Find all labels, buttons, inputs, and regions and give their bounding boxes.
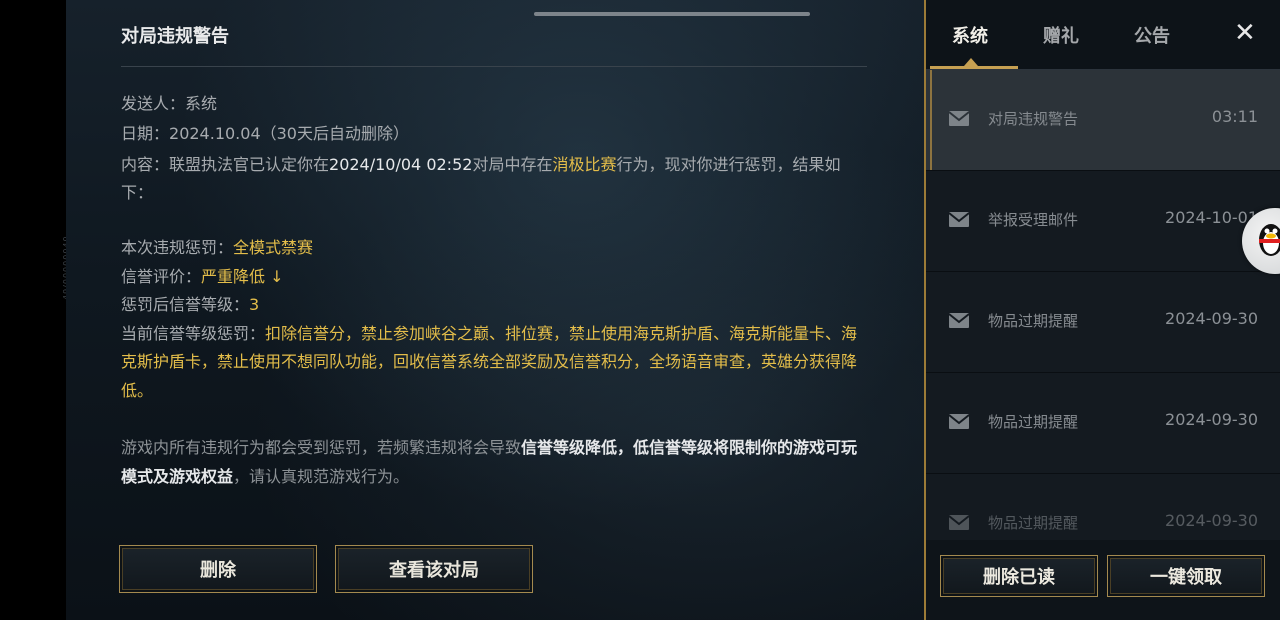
mail-item[interactable]: 对局违规警告 03:11 bbox=[926, 70, 1280, 171]
title-divider bbox=[121, 66, 867, 67]
penalty-line: 本次违规惩罚：全模式禁赛 bbox=[121, 234, 861, 263]
left-edge-strip bbox=[0, 0, 66, 620]
tab-gifts[interactable]: 赠礼 bbox=[1043, 22, 1079, 48]
mail-title: 对局违规警告 bbox=[121, 26, 229, 47]
content-paragraph: 内容：联盟执法官已认定你在2024/10/04 02:52对局中存在消极比赛行为… bbox=[121, 151, 861, 207]
mail-item-title: 物品过期提醒 bbox=[988, 514, 1079, 532]
notice-paragraph: 游戏内所有违规行为都会受到惩罚，若频繁违规将会导致信誉等级降低，低信誉等级将限制… bbox=[121, 433, 866, 491]
content-time: 2024/10/04 02:52 bbox=[329, 155, 473, 174]
mail-item-title: 物品过期提醒 bbox=[988, 312, 1079, 330]
mail-item-date: 03:11 bbox=[1211, 107, 1258, 126]
content-prefix: 内容：联盟执法官已认定你在 bbox=[121, 155, 330, 174]
level-value: 3 bbox=[249, 295, 260, 314]
sender-label: 发送人： bbox=[121, 94, 186, 113]
delete-button[interactable]: 删除 bbox=[119, 545, 317, 593]
mail-item-date: 2024-09-30 bbox=[1165, 511, 1258, 530]
date-value: 2024.10.04（30天后自动删除） bbox=[169, 124, 409, 143]
content-violation: 消极比赛 bbox=[552, 155, 617, 174]
drag-handle[interactable] bbox=[534, 12, 810, 16]
mail-item-date: 2024-09-30 bbox=[1165, 309, 1258, 328]
tab-announcements[interactable]: 公告 bbox=[1134, 22, 1170, 48]
credit-label: 信誉评价： bbox=[121, 266, 202, 286]
mail-item-date: 2024-10-01 bbox=[1165, 208, 1258, 227]
mail-item-title: 举报受理邮件 bbox=[988, 211, 1079, 229]
sender-value: 系统 bbox=[185, 94, 218, 113]
mail-item-title: 对局违规警告 bbox=[988, 110, 1079, 128]
penalty-value: 全模式禁赛 bbox=[233, 238, 314, 257]
notice-prefix: 游戏内所有违规行为都会受到惩罚，若频繁违规将会导致 bbox=[121, 438, 522, 457]
penalty-section: 本次违规惩罚：全模式禁赛 信誉评价：严重降低 ↓ 惩罚后信誉等级：3 当前信誉等… bbox=[121, 234, 861, 405]
current-penalty-line: 当前信誉等级惩罚：扣除信誉分，禁止参加峡谷之巅、排位赛，禁止使用海克斯护盾、海克… bbox=[121, 320, 861, 406]
notice-suffix: ，请认真规范游戏行为。 bbox=[233, 467, 410, 486]
envelope-icon bbox=[948, 212, 970, 227]
selected-marker bbox=[930, 70, 932, 170]
active-tab-caret-icon bbox=[964, 58, 978, 66]
mail-item-date: 2024-09-30 bbox=[1165, 410, 1258, 429]
credit-line: 信誉评价：严重降低 ↓ bbox=[121, 263, 861, 292]
mail-item[interactable]: 物品过期提醒 2024-09-30 bbox=[926, 272, 1280, 373]
close-icon[interactable]: ✕ bbox=[1234, 18, 1256, 48]
credit-value: 严重降低 ↓ bbox=[201, 266, 284, 286]
claim-all-button[interactable]: 一键领取 bbox=[1107, 555, 1265, 597]
tab-bar: 系统 赠礼 公告 ✕ bbox=[926, 0, 1280, 70]
content-mid: 对局中存在 bbox=[472, 155, 553, 174]
date-line: 日期：2024.10.04（30天后自动删除） bbox=[121, 120, 409, 144]
date-label: 日期： bbox=[121, 124, 170, 143]
view-match-button[interactable]: 查看该对局 bbox=[335, 545, 533, 593]
mail-item[interactable]: 物品过期提醒 2024-09-30 bbox=[926, 373, 1280, 474]
envelope-icon bbox=[948, 111, 970, 126]
mail-list-panel: 系统 赠礼 公告 ✕ 对局违规警告 03:11 举报受理邮件 2024-10-0… bbox=[924, 0, 1280, 620]
envelope-icon bbox=[948, 313, 970, 328]
mail-item[interactable]: 举报受理邮件 2024-10-01 bbox=[926, 171, 1280, 272]
penguin-icon bbox=[1259, 224, 1280, 256]
tab-system[interactable]: 系统 bbox=[952, 22, 988, 48]
mail-item-title: 物品过期提醒 bbox=[988, 413, 1079, 431]
penalty-label: 本次违规惩罚： bbox=[121, 238, 234, 257]
level-line: 惩罚后信誉等级：3 bbox=[121, 291, 861, 320]
envelope-icon bbox=[948, 515, 970, 530]
envelope-icon bbox=[948, 414, 970, 429]
mail-actions-bar: 删除已读 一键领取 bbox=[926, 540, 1280, 620]
level-label: 惩罚后信誉等级： bbox=[121, 295, 250, 314]
sender-line: 发送人：系统 bbox=[121, 90, 217, 114]
delete-read-button[interactable]: 删除已读 bbox=[940, 555, 1098, 597]
current-penalty-label: 当前信誉等级惩罚： bbox=[121, 323, 266, 343]
mail-detail-panel: 对局违规警告 发送人：系统 日期：2024.10.04（30天后自动删除） 内容… bbox=[66, 0, 924, 620]
mail-list: 对局违规警告 03:11 举报受理邮件 2024-10-01 物品过期提醒 20… bbox=[926, 70, 1280, 575]
